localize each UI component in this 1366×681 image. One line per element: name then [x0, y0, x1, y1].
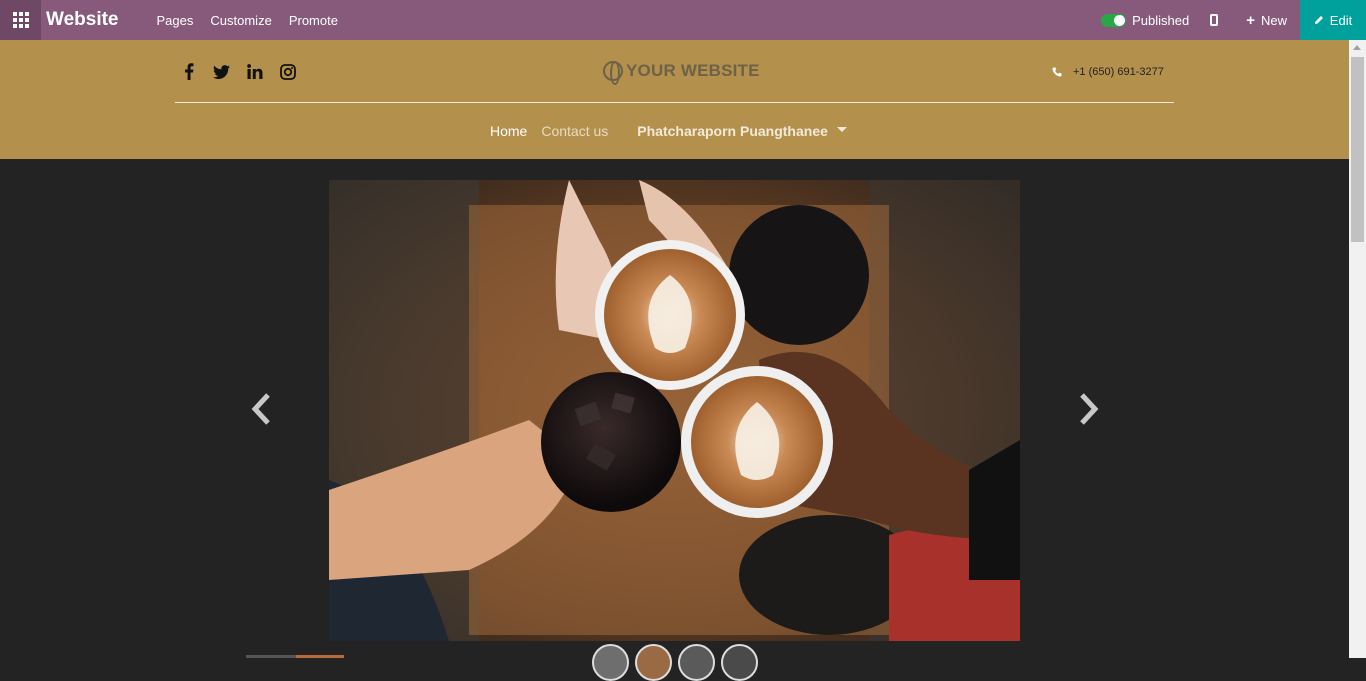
header-divider — [175, 102, 1174, 103]
app-title: Website — [46, 9, 119, 30]
menu-promote[interactable]: Promote — [289, 13, 338, 28]
facebook-icon[interactable] — [180, 63, 197, 80]
logo-text: YOUR WEBSITE — [626, 61, 760, 80]
website-header: YOUR WEBSITE +1 (650) 691-3277 Home Cont… — [0, 40, 1349, 159]
new-button[interactable]: + New — [1246, 13, 1287, 28]
carousel-thumbnails — [592, 644, 758, 681]
apps-menu-button[interactable] — [0, 0, 41, 40]
published-toggle[interactable]: Published — [1101, 13, 1189, 28]
linkedin-icon[interactable] — [246, 63, 263, 80]
carousel-image — [329, 180, 1020, 641]
plus-icon: + — [1246, 11, 1255, 29]
menu-pages[interactable]: Pages — [157, 13, 194, 28]
nav-contact-us[interactable]: Contact us — [541, 123, 608, 139]
page-scrollbar[interactable] — [1349, 40, 1366, 658]
scrollbar-thumb[interactable] — [1351, 57, 1364, 242]
chevron-right-icon — [1080, 393, 1099, 425]
carousel-thumbnail[interactable] — [635, 644, 672, 681]
phone-icon — [1052, 67, 1062, 77]
carousel-prev-button[interactable] — [248, 392, 274, 426]
main-nav: Home Contact us Phatcharaporn Puangthane… — [490, 123, 847, 139]
carousel-thumbnail[interactable] — [592, 644, 629, 681]
globe-icon — [603, 61, 623, 85]
twitter-icon[interactable] — [213, 63, 230, 80]
carousel-next-button[interactable] — [1076, 392, 1102, 426]
nav-home[interactable]: Home — [490, 123, 527, 139]
edit-label: Edit — [1329, 12, 1353, 28]
carousel-thumbnail[interactable] — [678, 644, 715, 681]
top-menu: Pages Customize Promote — [157, 13, 338, 28]
toggle-switch-icon — [1101, 13, 1127, 27]
edit-button[interactable]: Edit — [1300, 0, 1366, 40]
published-label: Published — [1132, 12, 1190, 28]
new-label: New — [1260, 12, 1287, 28]
site-logo[interactable]: YOUR WEBSITE — [603, 61, 760, 85]
mobile-preview-icon[interactable] — [1210, 14, 1219, 26]
chevron-left-icon — [251, 393, 270, 425]
caret-down-icon — [836, 127, 847, 132]
carousel-thumbnail[interactable] — [721, 644, 758, 681]
apps-grid-icon — [12, 12, 29, 28]
pencil-icon — [1314, 16, 1323, 24]
user-menu[interactable]: Phatcharaporn Puangthanee — [637, 123, 847, 139]
user-name: Phatcharaporn Puangthanee — [637, 123, 828, 139]
admin-topbar: Website Pages Customize Promote Publishe… — [0, 0, 1366, 40]
menu-customize[interactable]: Customize — [210, 13, 271, 28]
scroll-up-arrow-icon[interactable] — [1353, 45, 1361, 50]
instagram-icon[interactable] — [279, 63, 296, 80]
phone-contact: +1 (650) 691-3277 — [1052, 66, 1164, 78]
phone-number: +1 (650) 691-3277 — [1073, 66, 1164, 78]
topbar-actions: Published + New Edit — [1101, 0, 1366, 40]
social-links — [180, 63, 296, 80]
